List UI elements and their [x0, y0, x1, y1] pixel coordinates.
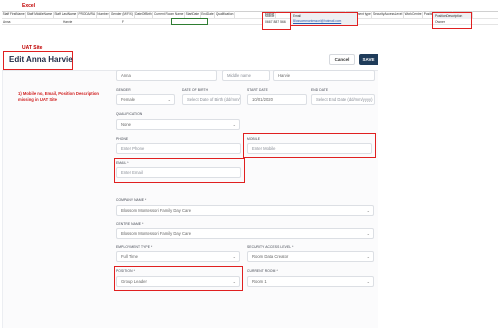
first-name-field[interactable]: Anna: [116, 70, 217, 81]
security-select[interactable]: Room Data Creator ⌄: [247, 251, 374, 262]
excel-header[interactable]: WorkCentre: [404, 11, 424, 18]
start-date-field[interactable]: 10/01/2020: [247, 94, 307, 105]
phone-field[interactable]: Enter Phone: [116, 143, 241, 154]
excel-header[interactable]: Number: [97, 11, 111, 18]
excel-header[interactable]: Staff LastName: [54, 11, 78, 18]
excel-mobile-value[interactable]: 0667 887 566: [263, 19, 290, 25]
chevron-down-icon: ⌄: [167, 97, 171, 102]
page-title: Edit Anna Harvie: [9, 55, 73, 64]
excel-header[interactable]: Staff MiddleName: [26, 11, 54, 18]
excel-cell-gender[interactable]: F: [122, 19, 124, 26]
gender-value: Female: [121, 97, 135, 102]
room-select[interactable]: Room 1 ⌄: [247, 276, 374, 287]
company-label: COMPANY NAME *: [116, 198, 147, 202]
dob-label: DATE OF BIRTH: [182, 88, 209, 92]
company-value: Blossom Montessori Family Day Care: [121, 208, 192, 213]
excel-email-highlight: Email Blossommontessori@hotmail.com: [290, 12, 358, 26]
excel-data-row: Anna Harvie F: [2, 18, 498, 25]
employment-select[interactable]: Full Time ⌄: [116, 251, 240, 262]
excel-header[interactable]: Current Room Name: [153, 11, 185, 18]
employment-label: EMPLOYMENT TYPE *: [116, 245, 153, 249]
excel-label: Excel: [22, 3, 36, 9]
end-date-label: END DATE: [311, 88, 329, 92]
excel-header[interactable]: SecurityAccessLevel: [372, 11, 404, 18]
annotation-note: 1) Mobile no, Email, Position Descriptio…: [18, 91, 99, 102]
chevron-down-icon: ⌄: [366, 279, 370, 284]
save-button[interactable]: SAVE: [359, 54, 378, 65]
excel-selected-cell[interactable]: [171, 18, 208, 25]
room-label: CURRENT ROOM *: [247, 269, 278, 273]
mobile-label: MOBILE: [247, 137, 261, 141]
centre-label: CENTRE NAME *: [116, 222, 144, 226]
position-label: POSITION *: [116, 269, 135, 273]
position-value: Group Leader: [121, 279, 147, 284]
position-select[interactable]: Group Leader ⌄: [116, 276, 240, 287]
chevron-down-icon: ⌄: [366, 231, 370, 236]
qualification-select[interactable]: None ⌄: [116, 119, 240, 130]
qualification-label: QUALIFICATION: [116, 112, 143, 116]
excel-header[interactable]: Gender (M/F/X): [110, 11, 135, 18]
cancel-button[interactable]: Cancel: [329, 54, 355, 65]
email-label: EMAIL *: [116, 161, 129, 165]
security-label: SECURITY ACCESS LEVEL *: [247, 245, 294, 249]
excel-position-value[interactable]: Owner: [433, 19, 471, 25]
excel-cell-last[interactable]: Harvie: [63, 19, 72, 26]
employment-value: Full Time: [121, 254, 138, 259]
gender-select[interactable]: Female ⌄: [116, 94, 175, 105]
excel-mobile-highlight: Mobile 0667 887 566: [262, 12, 291, 30]
end-date-field[interactable]: Select End Date (dd/mm/yyyy): [311, 94, 375, 105]
chevron-down-icon: ⌄: [366, 208, 370, 213]
mobile-field[interactable]: Enter Mobile: [247, 143, 372, 154]
middle-name-field[interactable]: Middle name: [222, 70, 270, 81]
excel-header[interactable]: DateOfBirth: [135, 11, 154, 18]
email-field[interactable]: Enter Email: [116, 167, 241, 178]
excel-header[interactable]: Qualification: [215, 11, 235, 18]
excel-header-row: Staff FirstName Staff MiddleName Staff L…: [2, 11, 498, 18]
centre-value: Blossom Montessori Family Day Care: [121, 231, 192, 236]
excel-header[interactable]: StartDate: [185, 11, 201, 18]
excel-position-highlight: PositionDescription Owner: [432, 12, 472, 29]
excel-cell-first[interactable]: Anna: [3, 19, 10, 26]
gender-label: GENDER: [116, 88, 131, 92]
security-value: Room Data Creator: [252, 254, 289, 259]
company-select[interactable]: Blossom Montessori Family Day Care ⌄: [116, 205, 374, 216]
chevron-down-icon: ⌄: [232, 122, 236, 127]
excel-header[interactable]: PRODA/RA: [78, 11, 97, 18]
excel-email-value[interactable]: Blossommontessori@hotmail.com: [291, 19, 357, 23]
chevron-down-icon: ⌄: [366, 254, 370, 259]
chevron-down-icon: ⌄: [232, 279, 236, 284]
last-name-field[interactable]: Harvie: [273, 70, 375, 81]
qualification-value: None: [121, 122, 132, 127]
centre-select[interactable]: Blossom Montessori Family Day Care ⌄: [116, 228, 374, 239]
dob-field[interactable]: Select Date of Birth (dd/mm/yyyy): [182, 94, 241, 105]
excel-header[interactable]: EndDate: [201, 11, 216, 18]
excel-header[interactable]: Staff FirstName: [2, 11, 27, 18]
room-value: Room 1: [252, 279, 267, 284]
chevron-down-icon: ⌄: [232, 254, 236, 259]
phone-label: PHONE: [116, 137, 129, 141]
start-date-label: START DATE: [247, 88, 268, 92]
